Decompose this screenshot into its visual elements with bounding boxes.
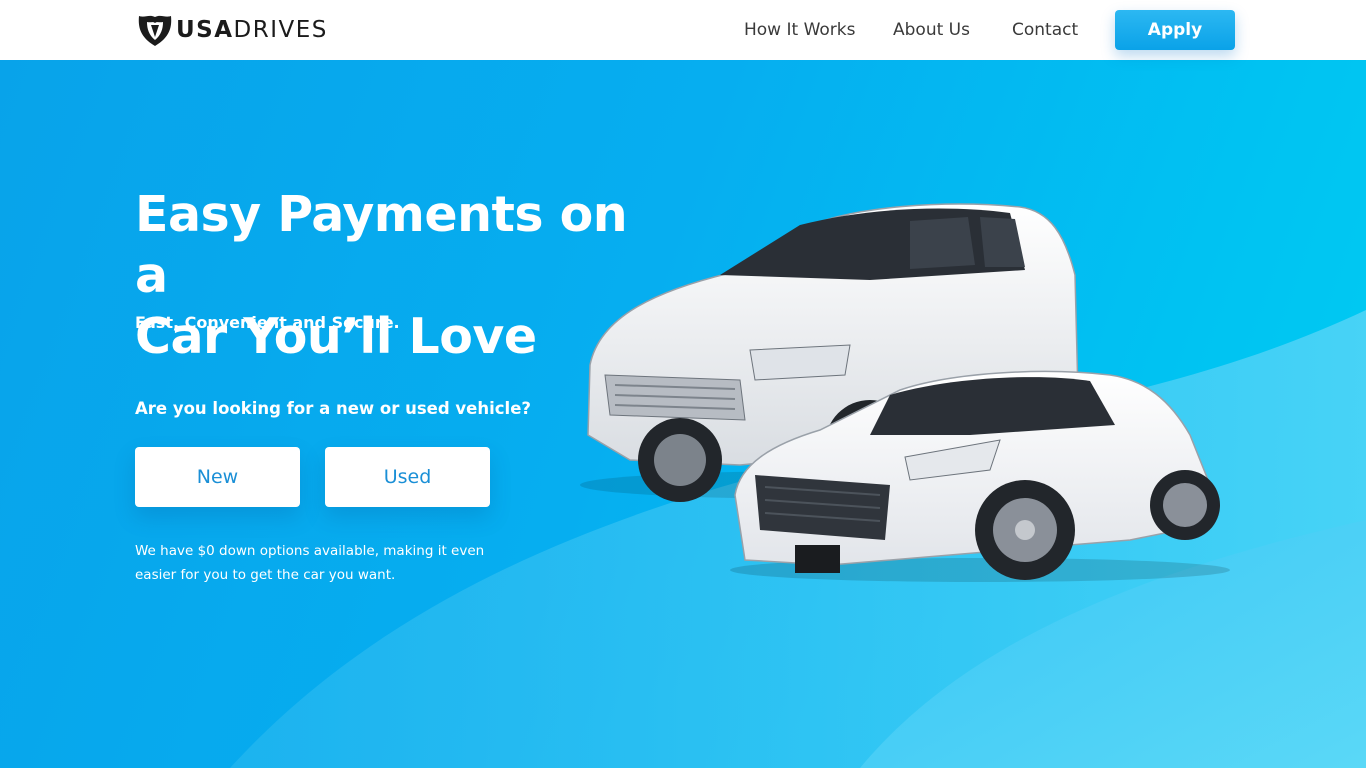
vehicle-question: Are you looking for a new or used vehicl… [135,399,531,418]
site-header: USADRIVES How It Works About Us Contact … [0,0,1366,60]
nav-about-us[interactable]: About Us [893,20,970,40]
used-vehicle-button[interactable]: Used [325,447,490,507]
nav-how-it-works[interactable]: How It Works [744,20,855,40]
nav-contact[interactable]: Contact [1012,20,1078,40]
logo-wordmark: USADRIVES [176,17,328,43]
shield-logo-icon [138,15,172,46]
apply-button[interactable]: Apply [1115,10,1235,50]
cars-image [580,203,1230,582]
down-payment-note: We have $0 down options available, makin… [135,543,485,583]
hero-subtitle: Fast, Convenient and Secure. [135,313,400,332]
new-vehicle-button[interactable]: New [135,447,300,507]
hero-section: Easy Payments on a Car You’ll Love Fast,… [0,60,1366,768]
logo[interactable]: USADRIVES [137,13,328,47]
